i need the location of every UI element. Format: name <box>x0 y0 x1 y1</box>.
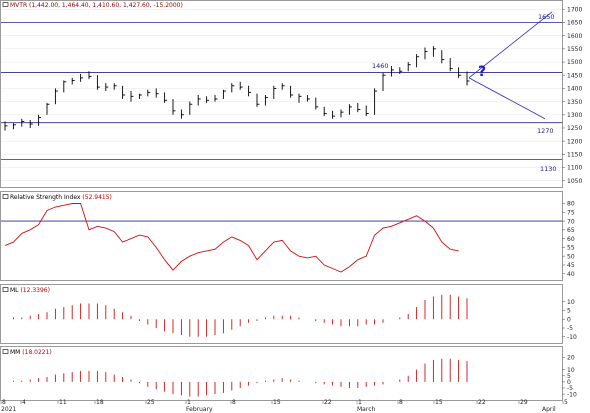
rsi-y-axis: 40 45 5055 60 65 70 7580 <box>562 201 575 278</box>
x-month-label: February <box>186 406 213 413</box>
rsi-tick-label: 50 <box>567 253 575 260</box>
price-tick-label: 1050 <box>567 178 582 185</box>
x-tick-label: 25 <box>147 399 155 406</box>
mm-tick-label: -5 <box>567 385 573 392</box>
rsi-panel-frame <box>0 191 563 281</box>
ml-tick-label: 10 <box>567 299 575 306</box>
rsi-tick-label: 65 <box>567 227 575 234</box>
price-tick-label: 1250 <box>567 125 582 132</box>
ml-series-label: ML (12.3396) <box>10 287 50 294</box>
question-mark-annotation: ? <box>478 64 486 80</box>
mm-tick-label: -10 <box>567 391 577 398</box>
x-tick-label: 29 <box>520 399 528 406</box>
mm-series-label: MM (18.0221) <box>10 349 52 356</box>
level-label-1460: 1460 <box>372 62 389 70</box>
rsi-tick-label: 75 <box>567 209 575 216</box>
x-month-label: 2021 <box>1 406 16 413</box>
x-tick-label: 5 <box>564 399 568 406</box>
mm-tick-label: 10 <box>567 367 575 374</box>
mm-legend: MM (18.0221) <box>2 349 52 356</box>
rsi-tick-label: 70 <box>567 218 575 225</box>
price-legend: MVTR (1,442.00, 1,464.40, 1,410.60, 1,42… <box>2 2 183 9</box>
x-tick-label: 1 <box>187 399 191 406</box>
price-tick-label: 1350 <box>567 99 582 106</box>
rsi-tick-label: 55 <box>567 245 575 252</box>
mm-tick-label: 20 <box>567 355 575 362</box>
x-tick-label: 1 <box>358 399 362 406</box>
x-tick-label: 15 <box>435 399 443 406</box>
level-label-1130: 1130 <box>540 165 557 173</box>
x-tick-label: 18 <box>96 399 104 406</box>
x-month-label: April <box>542 406 556 413</box>
price-tick-label: 1700 <box>567 6 582 13</box>
price-tick-label: 1300 <box>567 112 582 119</box>
rsi-tick-label: 60 <box>567 236 575 243</box>
mm-y-axis: -10-50510 20 <box>562 355 577 398</box>
rsi-legend: Relative Strength Index (52.9415) <box>2 194 112 201</box>
x-tick-label: 15 <box>273 399 281 406</box>
ml-y-axis: -10 -5 05 10 <box>562 299 577 341</box>
price-tick-label: 1150 <box>567 152 582 159</box>
price-tick-label: 1500 <box>567 59 582 66</box>
rsi-tick-label: 80 <box>567 201 575 208</box>
price-y-axis: 1050 1100 1150 1200 1250 1300 1350 1400 1450 1500… <box>562 6 582 185</box>
rsi-tick-label: 45 <box>567 262 575 269</box>
ml-tick-label: -10 <box>567 334 577 341</box>
price-tick-label: 1550 <box>567 46 582 53</box>
rsi-series-label: Relative Strength Index (52.9415) <box>10 194 112 201</box>
x-tick-label: 22 <box>324 399 332 406</box>
date-x-axis: 8 4 11 18 25 1 8 15 22 1 8 15 22 29 52021 February March… <box>0 399 568 413</box>
ml-tick-label: 0 <box>567 316 571 323</box>
x-tick-label: 11 <box>59 399 67 406</box>
mm-panel-frame <box>0 346 563 401</box>
price-series-label: MVTR (1,442.00, 1,464.40, 1,410.60, 1,42… <box>10 2 183 9</box>
price-tick-label: 1650 <box>567 20 582 27</box>
x-month-label: March <box>357 406 375 413</box>
price-tick-label: 1400 <box>567 86 582 93</box>
level-label-1650: 1650 <box>538 13 555 21</box>
price-tick-label: 1450 <box>567 72 582 79</box>
price-tick-label: 1100 <box>567 165 582 172</box>
rsi-tick-label: 40 <box>567 271 575 278</box>
mm-tick-label: 0 <box>567 379 571 386</box>
ml-legend: ML (12.3396) <box>2 287 50 294</box>
ml-tick-label: 5 <box>567 308 571 315</box>
x-tick-label: 22 <box>478 399 486 406</box>
price-tick-label: 1200 <box>567 138 582 145</box>
price-tick-label: 1600 <box>567 33 582 40</box>
x-tick-label: 8 <box>2 399 6 406</box>
ml-panel-frame <box>0 284 563 344</box>
ml-tick-label: -5 <box>567 325 573 332</box>
level-label-1270: 1270 <box>537 127 554 135</box>
x-tick-label: 8 <box>232 399 236 406</box>
x-tick-label: 4 <box>22 399 26 406</box>
technical-chart: 1050110011501200125013001350140014501500… <box>0 0 582 413</box>
x-tick-label: 8 <box>399 399 403 406</box>
mm-tick-label: 5 <box>567 373 571 380</box>
